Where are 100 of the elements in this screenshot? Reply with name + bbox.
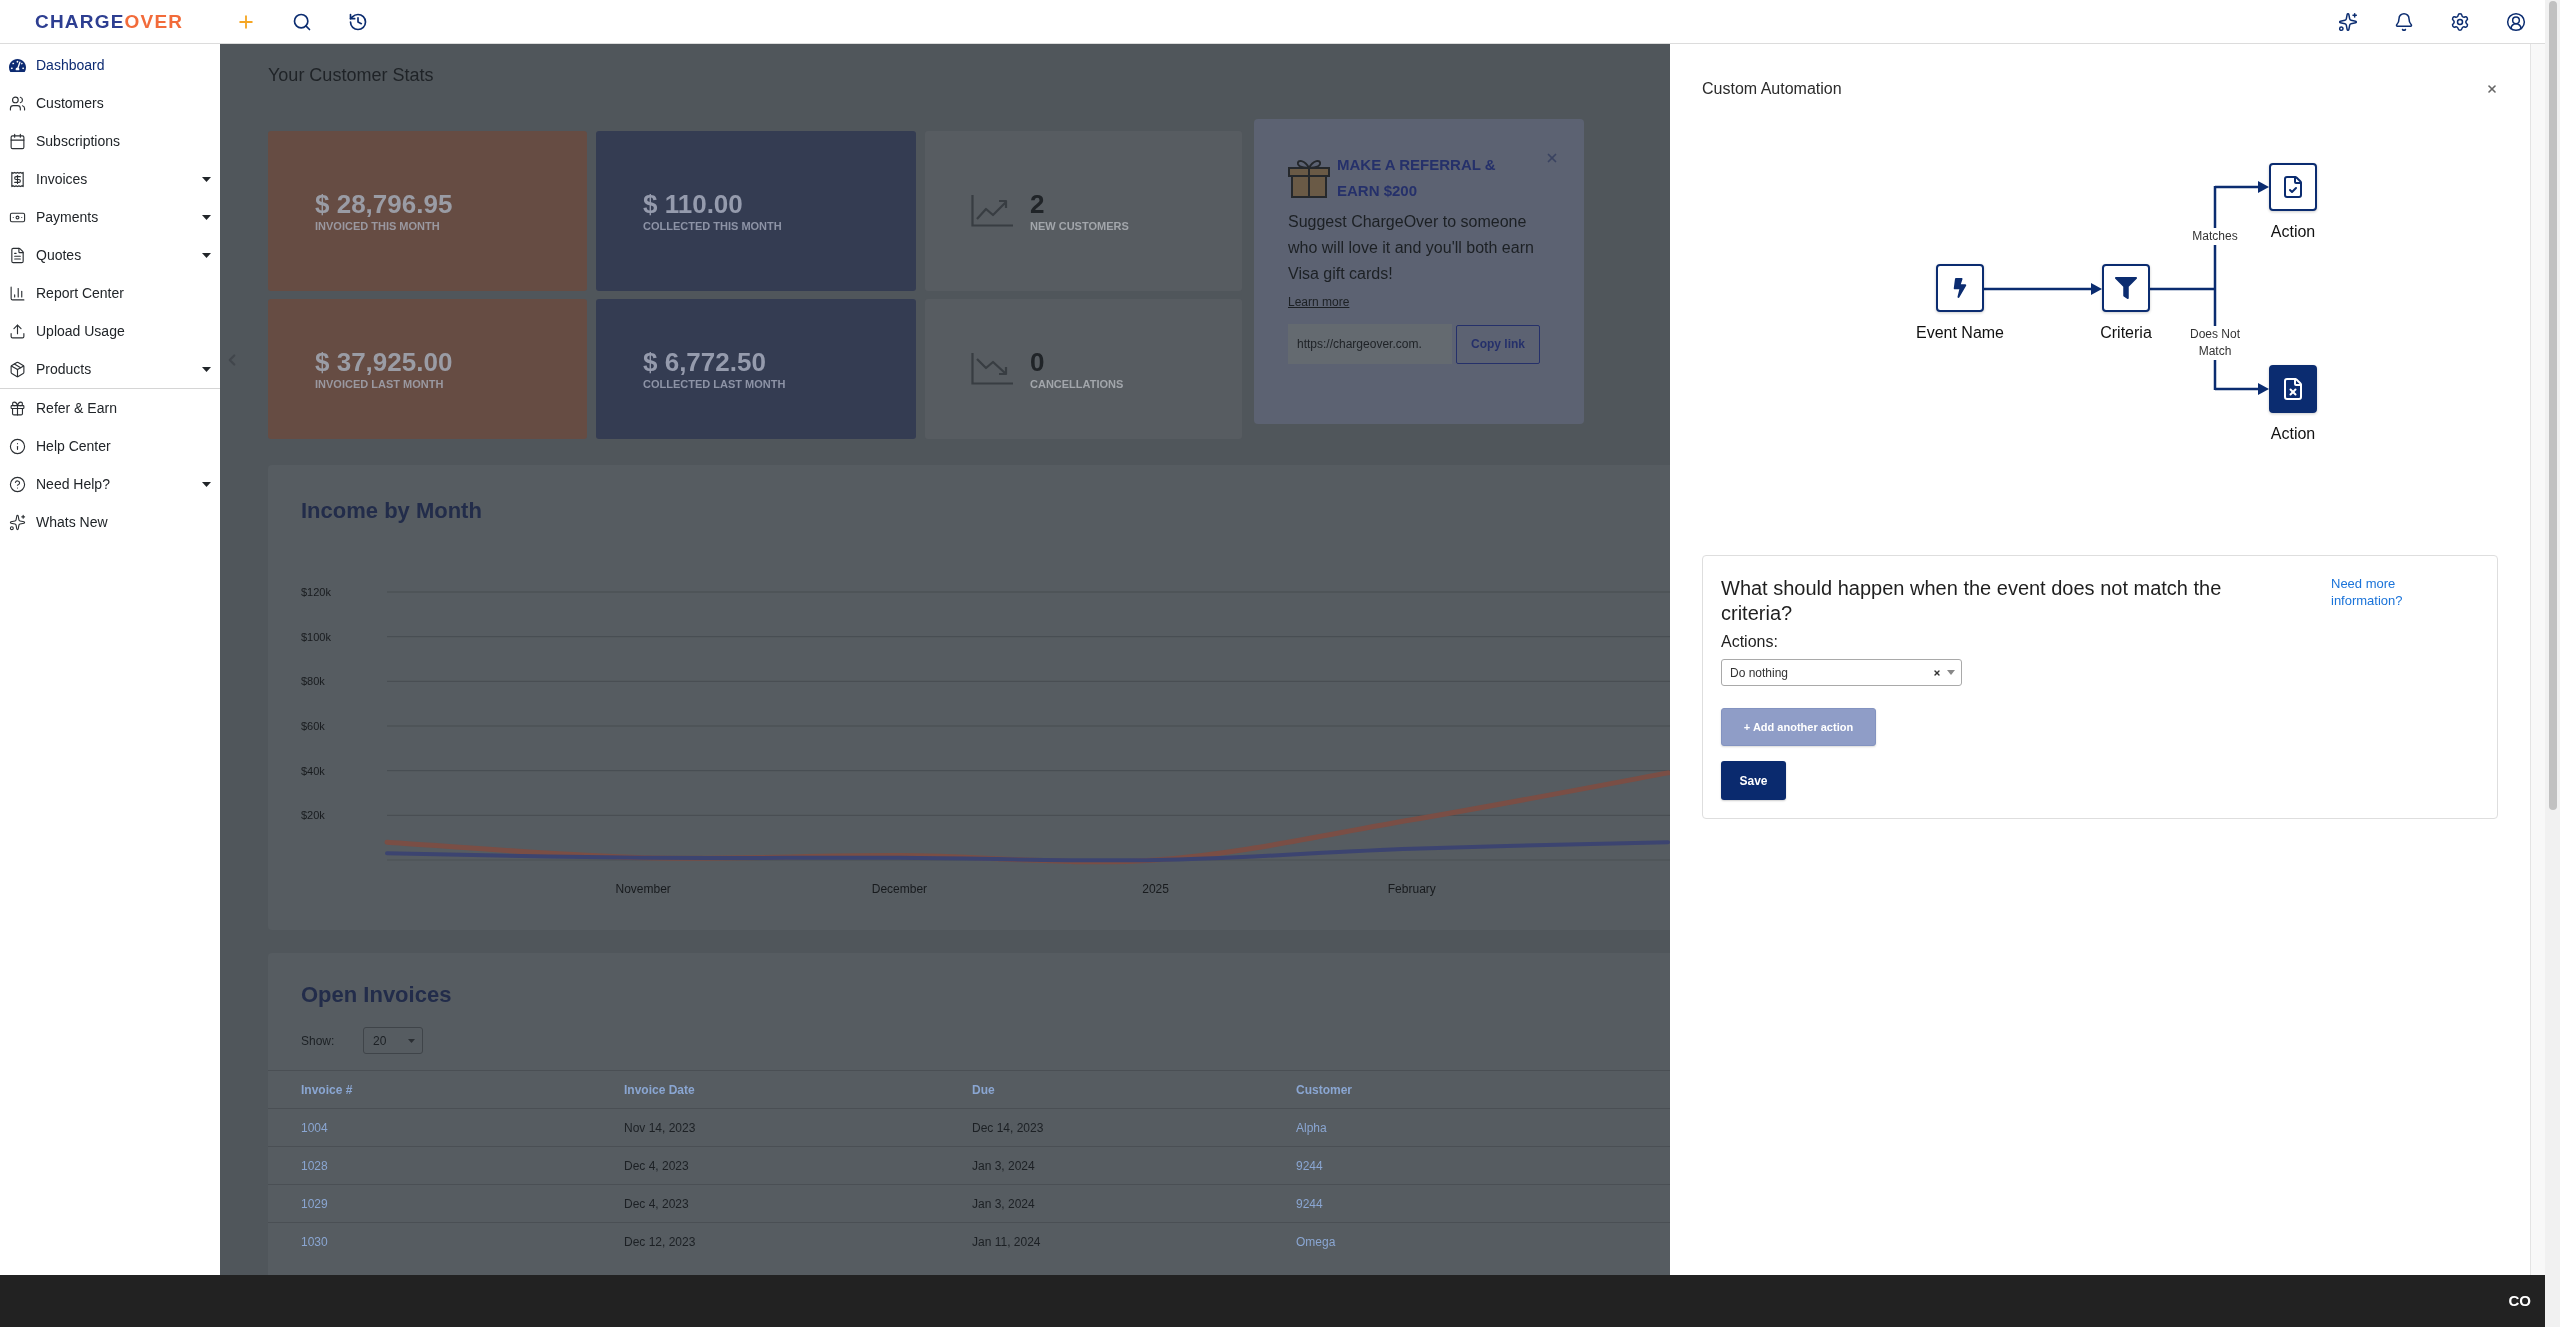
stat-label: CANCELLATIONS <box>1030 377 1124 391</box>
stat-value: 2 <box>1030 189 1046 219</box>
axis-label: February <box>1387 882 1436 896</box>
sidebar-item[interactable]: Whats New <box>0 503 220 541</box>
gift-icon <box>1288 158 1330 198</box>
stat-value: $ 28,796.95 <box>315 189 453 219</box>
sidebar-item[interactable]: Need Help? <box>0 465 220 503</box>
file-x-icon <box>2281 377 2305 401</box>
bar-chart-icon <box>9 284 26 302</box>
document-icon <box>9 246 26 264</box>
customer-link[interactable]: Alpha <box>1296 1118 1327 1137</box>
scrollbar-thumb[interactable] <box>2548 1 2557 810</box>
upload-icon <box>9 322 26 340</box>
gift-icon <box>9 399 26 417</box>
node-label: Action <box>2270 424 2316 444</box>
clear-icon[interactable] <box>1933 668 1941 677</box>
learn-more-link[interactable]: Learn more <box>1288 295 1350 309</box>
sparkle-icon[interactable] <box>2338 11 2358 32</box>
customer-link[interactable]: Omega <box>1296 1232 1336 1251</box>
node-label: Event Name <box>1915 323 2004 343</box>
close-icon[interactable] <box>2486 83 2498 95</box>
logo[interactable]: CHARGEOVER <box>35 10 184 33</box>
caret-icon <box>1947 670 1955 675</box>
sidebar-item[interactable]: Invoices <box>0 160 220 198</box>
stat-label: INVOICED THIS MONTH <box>315 219 441 233</box>
bell-icon[interactable] <box>2394 11 2414 32</box>
customer-link[interactable]: 9244 <box>1296 1156 1323 1175</box>
add-action-button[interactable]: + Add another action <box>1721 708 1876 746</box>
file-check-icon <box>2281 175 2305 199</box>
sidebar-item[interactable]: Payments <box>0 198 220 236</box>
sidebar-item[interactable]: Customers <box>0 84 220 122</box>
stat-value: $ 37,925.00 <box>315 347 453 377</box>
panel-title: Custom Automation <box>1702 79 1842 99</box>
history-icon[interactable] <box>348 11 369 32</box>
flow-node[interactable] <box>2269 365 2317 413</box>
sidebar-item[interactable]: Report Center <box>0 274 220 312</box>
column-header[interactable]: Invoice # <box>301 1080 353 1099</box>
chart-up-icon <box>971 195 1013 227</box>
actions-select[interactable]: Do nothing <box>1721 659 1962 686</box>
sidebar-item[interactable]: Products <box>0 350 220 388</box>
show-label: Show: <box>301 1032 336 1050</box>
table-cell-text: Jan 11, 2024 <box>972 1233 1041 1251</box>
footer-logo[interactable]: CO <box>2508 1292 2531 1310</box>
axis-label: $100k <box>301 630 331 643</box>
axis-label: $120k <box>301 586 331 598</box>
node-label: Criteria <box>2100 323 2152 343</box>
flow-node[interactable] <box>1936 264 1984 312</box>
users-icon <box>9 94 26 112</box>
column-header[interactable]: Customer <box>1296 1080 1352 1099</box>
question-text: What should happen when the event does not match the criteria? <box>1721 576 2223 626</box>
info-icon <box>9 437 26 455</box>
axis-label: November <box>615 882 671 896</box>
scrollbar[interactable] <box>2545 0 2560 1327</box>
stat-value: $ 110.00 <box>643 189 744 219</box>
table-cell-text: Dec 4, 2023 <box>624 1195 689 1213</box>
column-header[interactable]: Due <box>972 1080 995 1099</box>
stat-label: COLLECTED THIS MONTH <box>643 219 782 233</box>
settings-icon[interactable] <box>2450 11 2470 32</box>
save-button[interactable]: Save <box>1721 761 1786 800</box>
table-cell-text: Jan 3, 2024 <box>972 1157 1035 1175</box>
axis-label: December <box>871 882 928 896</box>
axis-label: 2025 <box>1142 882 1169 896</box>
stat-value: 0 <box>1030 347 1046 377</box>
table-cell-text: Dec 4, 2023 <box>624 1157 689 1175</box>
sidebar-item[interactable]: Subscriptions <box>0 122 220 160</box>
user-icon[interactable] <box>2506 11 2526 32</box>
invoice-link[interactable]: 1029 <box>301 1194 328 1213</box>
flow-node[interactable] <box>2102 264 2150 312</box>
help-link[interactable]: Need more information? <box>2331 575 2423 609</box>
table-cell-text: Dec 14, 2023 <box>972 1119 1044 1137</box>
flow-node[interactable] <box>2269 163 2317 211</box>
node-label: Action <box>2270 222 2316 242</box>
sidebar-item[interactable]: Refer & Earn <box>0 389 220 427</box>
referral-text: Suggest ChargeOver to someone who will love it and you'll both earn Visa gift cards! <box>1288 212 1535 284</box>
stat-value: $ 6,772.50 <box>643 347 767 377</box>
sidebar-item[interactable]: Upload Usage <box>0 312 220 350</box>
invoice-link[interactable]: 1030 <box>301 1232 328 1251</box>
connector-arrow <box>2215 181 2269 193</box>
invoice-link[interactable]: 1028 <box>301 1156 328 1175</box>
filter-icon <box>2115 277 2137 299</box>
invoice-link[interactable]: 1004 <box>301 1118 328 1137</box>
caret-icon <box>408 1038 415 1043</box>
box-icon <box>9 360 26 378</box>
table-cell-text: Dec 12, 2023 <box>624 1233 696 1251</box>
receipt-icon <box>9 170 26 188</box>
url-field[interactable]: https://chargeover.com. <box>1288 324 1452 364</box>
chart-down-icon <box>971 353 1013 385</box>
sidebar-item[interactable]: Quotes <box>0 236 220 274</box>
customer-link[interactable]: 9244 <box>1296 1194 1323 1213</box>
sidebar-item[interactable]: Help Center <box>0 427 220 465</box>
table-cell-text: Jan 3, 2024 <box>972 1195 1035 1213</box>
dashboard-icon <box>9 56 26 74</box>
help-icon <box>9 475 26 493</box>
axis-label: $60k <box>301 720 325 732</box>
column-header[interactable]: Invoice Date <box>624 1080 695 1099</box>
connector-arrow <box>2215 383 2269 395</box>
search-icon[interactable] <box>292 11 313 32</box>
sidebar-item[interactable]: Dashboard <box>0 46 220 84</box>
sparkle-icon <box>9 513 26 531</box>
stat-label: COLLECTED LAST MONTH <box>643 377 786 391</box>
